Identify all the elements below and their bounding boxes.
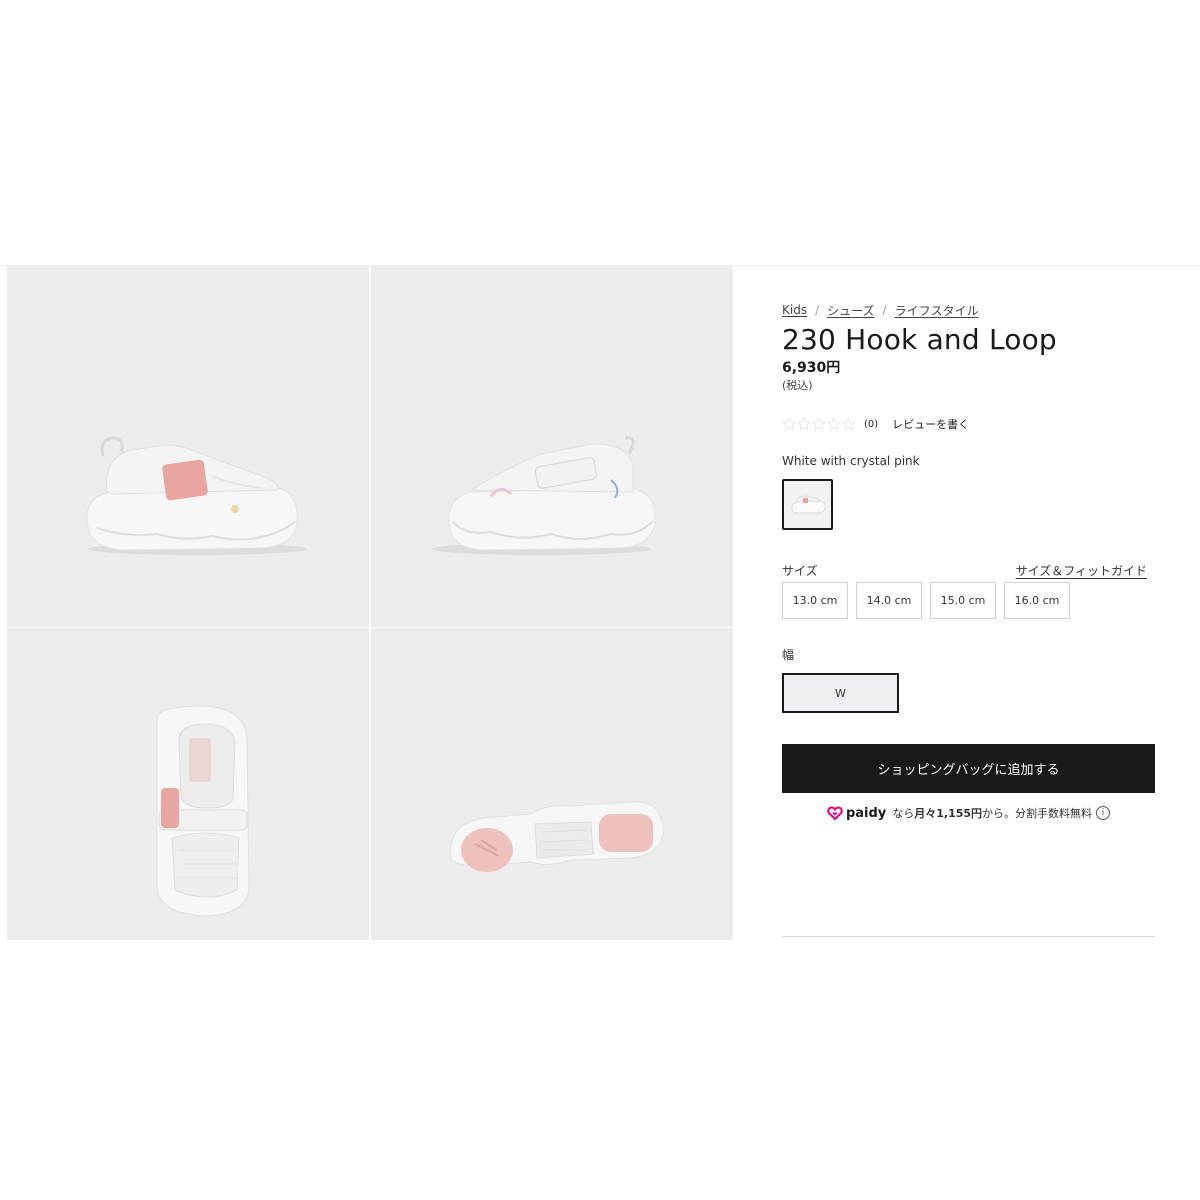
paidy-prefix: なら: [892, 807, 915, 820]
write-review-link[interactable]: レビューを書く: [892, 416, 969, 432]
info-icon[interactable]: i: [1096, 806, 1111, 820]
star-icon: [812, 417, 826, 431]
paidy-suffix: から。分割手数料無料: [982, 807, 1093, 820]
size-header: サイズ サイズ＆フィットガイド: [782, 561, 1155, 579]
product-image-sole[interactable]: [371, 628, 733, 940]
paidy-installment-note: paidy なら 月々1,155円 から。分割手数料無料 i: [782, 804, 1155, 822]
review-count[interactable]: (0): [864, 419, 878, 430]
size-option-14[interactable]: 14.0 cm: [856, 582, 922, 619]
shoe-side-view-image: [431, 436, 656, 555]
panel-divider: [782, 936, 1155, 937]
breadcrumb-item-lifestyle[interactable]: ライフスタイル: [895, 302, 979, 319]
size-option-15[interactable]: 15.0 cm: [930, 582, 996, 619]
shoe-side-view-image: [86, 436, 307, 555]
tax-note: (税込): [782, 379, 813, 392]
breadcrumb-separator: /: [882, 303, 887, 317]
breadcrumb-item-kids[interactable]: Kids: [782, 303, 807, 317]
product-image-side-right[interactable]: [371, 266, 733, 627]
width-option-selected[interactable]: W: [782, 673, 899, 713]
star-icon: [842, 417, 856, 431]
product-image-top[interactable]: [7, 628, 369, 940]
product-info-panel: Kids / シューズ / ライフスタイル 230 Hook and Loop …: [782, 300, 1155, 822]
paidy-logo: paidy: [827, 805, 886, 821]
product-title: 230 Hook and Loop: [782, 323, 1057, 356]
breadcrumb-item-shoes[interactable]: シューズ: [827, 302, 874, 319]
star-icon: [797, 417, 811, 431]
size-options: 13.0 cm 14.0 cm 15.0 cm 16.0 cm: [782, 582, 1155, 619]
star-rating: [782, 417, 856, 431]
size-option-13[interactable]: 13.0 cm: [782, 582, 848, 619]
product-price: 6,930円: [782, 360, 841, 376]
breadcrumb: Kids / シューズ / ライフスタイル: [782, 300, 1155, 320]
star-icon: [827, 417, 841, 431]
color-swatch-selected[interactable]: [782, 479, 833, 530]
star-icon: [782, 417, 796, 431]
rating-row: (0) レビューを書く: [782, 414, 1155, 434]
color-name: White with crystal pink: [782, 454, 920, 468]
shoe-thumbnail-icon: [791, 495, 826, 514]
paidy-monthly-amount: 月々1,155円: [914, 807, 983, 820]
product-gallery: [7, 266, 733, 940]
width-label: 幅: [782, 648, 795, 662]
size-option-16[interactable]: 16.0 cm: [1004, 582, 1070, 619]
breadcrumb-separator: /: [815, 303, 820, 317]
shoe-top-view-image: [156, 705, 250, 917]
size-fit-guide-link[interactable]: サイズ＆フィットガイド: [1016, 562, 1147, 579]
product-image-side-left[interactable]: [7, 266, 369, 627]
shoe-sole-view-image: [450, 801, 664, 872]
paidy-brand: paidy: [845, 805, 887, 821]
paidy-heart-icon: [827, 806, 843, 821]
size-label: サイズ: [782, 563, 818, 578]
add-to-bag-button[interactable]: ショッピングバッグに追加する: [782, 744, 1155, 793]
